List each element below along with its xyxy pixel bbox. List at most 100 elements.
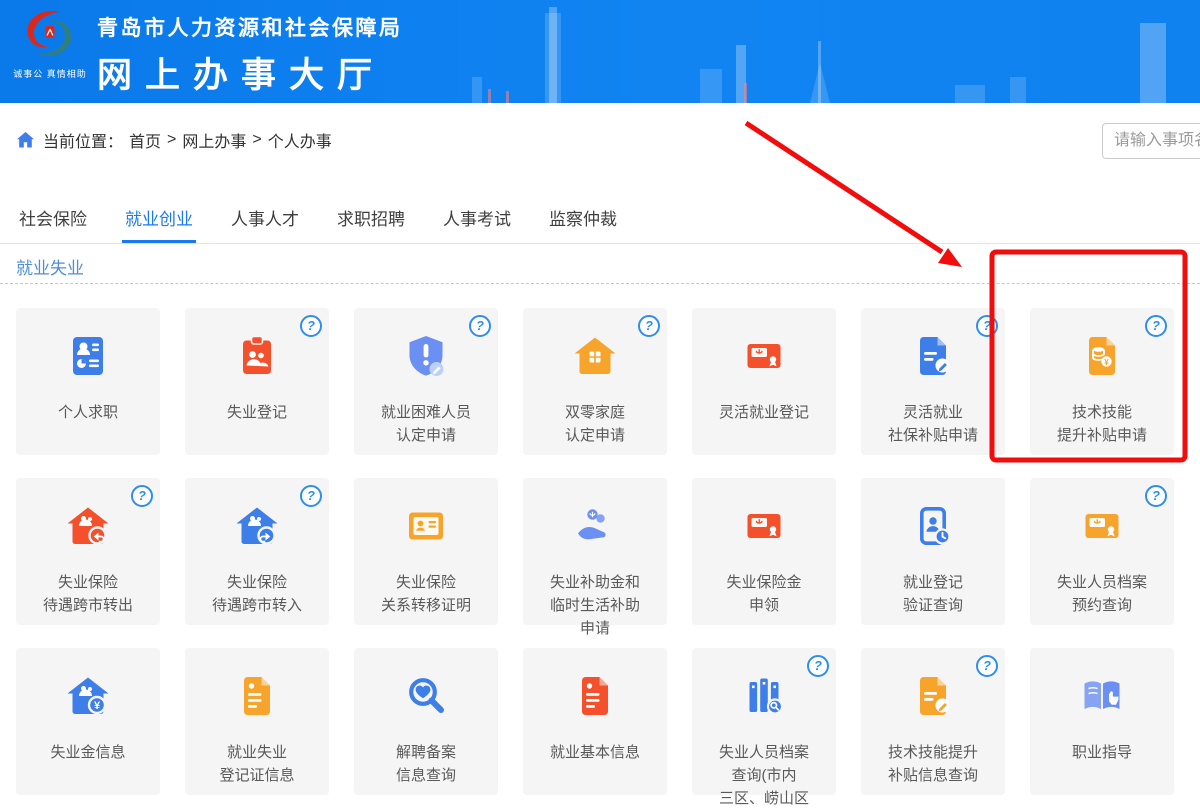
- service-card[interactable]: 失业保险金 申领: [692, 478, 836, 625]
- help-icon[interactable]: ?: [131, 485, 153, 507]
- document-edit-icon: [861, 332, 1005, 380]
- service-card[interactable]: 灵活就业登记: [692, 308, 836, 455]
- logo-slogan: 诚事公 真情相助: [4, 67, 96, 80]
- document-lines-icon: [523, 672, 667, 720]
- house-icon: [523, 332, 667, 380]
- logo-swirl-icon: [14, 2, 86, 68]
- open-book-hand-icon: [1030, 672, 1174, 720]
- service-card-label: 技术技能提升 补贴信息查询: [861, 741, 1005, 787]
- document-lines-icon: [185, 672, 329, 720]
- service-card-label: 失业保险金 申领: [692, 571, 836, 617]
- service-card[interactable]: 职业指导: [1030, 648, 1174, 795]
- benefit-card-icon: [692, 502, 836, 550]
- svg-text:¥: ¥: [94, 700, 101, 712]
- help-icon[interactable]: ?: [300, 485, 322, 507]
- service-card-label: 就业失业 登记证信息: [185, 741, 329, 787]
- agency-name: 青岛市人力资源和社会保障局: [97, 12, 403, 42]
- clipboard-people-icon: [185, 332, 329, 380]
- breadcrumb: 当前位置： 首页 > 网上办事 > 个人办事: [16, 129, 338, 151]
- service-card-label: 就业登记 验证查询: [861, 571, 1005, 617]
- breadcrumb-separator: >: [167, 131, 176, 149]
- service-card[interactable]: 失业保险 待遇跨市转入?: [185, 478, 329, 625]
- help-icon[interactable]: ?: [469, 315, 491, 337]
- skyline-building: [472, 77, 482, 103]
- service-card-label: 失业人员档案 预约查询: [1030, 571, 1174, 617]
- service-card-label: 失业登记: [185, 401, 329, 424]
- help-icon[interactable]: ?: [976, 655, 998, 677]
- tab-social-insurance[interactable]: 社会保险: [16, 201, 90, 243]
- house-money-icon: ¥: [16, 672, 160, 720]
- service-card[interactable]: 就业困难人员 认定申请?: [354, 308, 498, 455]
- skyline-tower: [810, 63, 830, 103]
- service-card[interactable]: 失业保险 待遇跨市转出?: [16, 478, 160, 625]
- page-title: 网上办事大厅: [97, 47, 403, 98]
- service-card-label: 技术技能 提升补贴申请: [1030, 401, 1174, 447]
- tab-employment-entrepreneurship[interactable]: 就业创业: [122, 201, 196, 243]
- service-card-label: 失业保险 待遇跨市转出: [16, 571, 160, 617]
- search-input[interactable]: [1102, 123, 1200, 159]
- tab-job-recruitment[interactable]: 求职招聘: [334, 201, 408, 243]
- skyline-building: [700, 69, 722, 103]
- service-card[interactable]: 解聘备案 信息查询: [354, 648, 498, 795]
- service-card[interactable]: 失业人员档案 预约查询?: [1030, 478, 1174, 625]
- service-card-label: 就业困难人员 认定申请: [354, 401, 498, 447]
- help-icon[interactable]: ?: [300, 315, 322, 337]
- service-card-label: 失业人员档案 查询(市内 三区、崂山区: [692, 741, 836, 810]
- agency-logo: 诚事公 真情相助: [4, 2, 96, 80]
- magnifier-heart-icon: [354, 672, 498, 720]
- skyline-building: [1010, 77, 1026, 103]
- help-icon[interactable]: ?: [1145, 315, 1167, 337]
- service-card[interactable]: 就业失业 登记证信息: [185, 648, 329, 795]
- service-card-label: 失业补助金和 临时生活补助 申请: [523, 571, 667, 640]
- service-card-label: 个人求职: [16, 401, 160, 424]
- skyline-building: [549, 7, 557, 103]
- home-icon[interactable]: [16, 131, 35, 149]
- service-card-label: 灵活就业登记: [692, 401, 836, 424]
- help-icon[interactable]: ?: [638, 315, 660, 337]
- service-card-label: 就业基本信息: [523, 741, 667, 764]
- house-transfer-in-icon: [185, 502, 329, 550]
- service-card[interactable]: 灵活就业 社保补贴申请?: [861, 308, 1005, 455]
- service-grid: 个人求职失业登记?就业困难人员 认定申请?双零家庭 认定申请?灵活就业登记灵活就…: [16, 308, 1174, 795]
- service-card[interactable]: ¥ 技术技能 提升补贴申请?: [1030, 308, 1174, 455]
- service-card-label: 失业金信息: [16, 741, 160, 764]
- help-icon[interactable]: ?: [807, 655, 829, 677]
- breadcrumb-separator: >: [252, 131, 261, 149]
- benefit-card-icon: [1030, 502, 1174, 550]
- section-title: 就业失业: [16, 254, 84, 279]
- tab-personnel-talent[interactable]: 人事人才: [228, 201, 302, 243]
- service-card[interactable]: 技术技能提升 补贴信息查询?: [861, 648, 1005, 795]
- archive-books-icon: [692, 672, 836, 720]
- skyline-detail: [506, 91, 509, 103]
- service-card[interactable]: 就业登记 验证查询: [861, 478, 1005, 625]
- service-card[interactable]: 就业基本信息: [523, 648, 667, 795]
- service-card[interactable]: 失业补助金和 临时生活补助 申请: [523, 478, 667, 625]
- tab-personnel-exam[interactable]: 人事考试: [440, 201, 514, 243]
- help-icon[interactable]: ?: [1145, 485, 1167, 507]
- breadcrumb-item-online-services[interactable]: 网上办事: [182, 128, 246, 152]
- resume-icon: [16, 332, 160, 380]
- service-card[interactable]: 失业登记?: [185, 308, 329, 455]
- service-card[interactable]: 失业人员档案 查询(市内 三区、崂山区?: [692, 648, 836, 795]
- document-edit-icon: [861, 672, 1005, 720]
- service-card[interactable]: 失业保险 关系转移证明: [354, 478, 498, 625]
- breadcrumb-item-home[interactable]: 首页: [129, 128, 161, 152]
- site-header: 诚事公 真情相助 青岛市人力资源和社会保障局 网上办事大厅: [0, 0, 1200, 103]
- tab-supervision-arbitration[interactable]: 监察仲裁: [546, 201, 620, 243]
- shield-alert-icon: [354, 332, 498, 380]
- breadcrumb-item-personal[interactable]: 个人办事: [268, 128, 332, 152]
- phone-clock-icon: [861, 502, 1005, 550]
- service-card-label: 失业保险 待遇跨市转入: [185, 571, 329, 617]
- service-card-label: 灵活就业 社保补贴申请: [861, 401, 1005, 447]
- house-transfer-out-icon: [16, 502, 160, 550]
- section-divider: [0, 283, 1200, 284]
- skyline-detail: [744, 83, 747, 103]
- document-coins-icon: ¥: [1030, 332, 1174, 380]
- header-titles: 青岛市人力资源和社会保障局 网上办事大厅: [97, 12, 403, 98]
- service-card[interactable]: 个人求职: [16, 308, 160, 455]
- svg-text:¥: ¥: [1104, 358, 1109, 367]
- service-card[interactable]: ¥ 失业金信息: [16, 648, 160, 795]
- service-card[interactable]: 双零家庭 认定申请?: [523, 308, 667, 455]
- id-card-icon: [354, 502, 498, 550]
- help-icon[interactable]: ?: [976, 315, 998, 337]
